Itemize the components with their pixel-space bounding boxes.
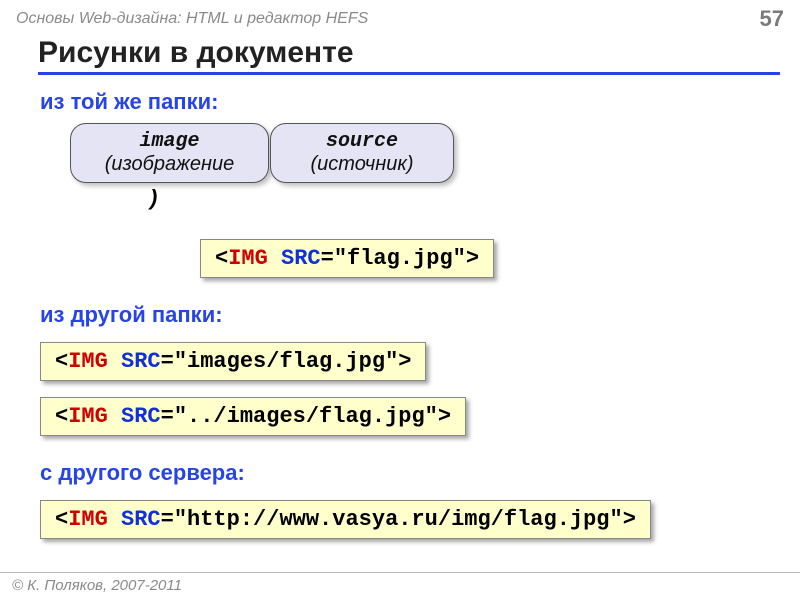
callout-source-title: source <box>287 130 437 153</box>
section-same-folder: из той же папки: <box>40 89 800 115</box>
page-number: 57 <box>760 6 784 32</box>
code-remote-url: <IMG SRC="http://www.vasya.ru/img/flag.j… <box>40 500 651 539</box>
tok-gt: > <box>466 246 479 271</box>
section-other-server: с другого сервера: <box>40 460 800 486</box>
slide-header: Основы Web-дизайна: HTML и редактор HEFS… <box>0 0 800 34</box>
callout-source-sub: (источник) <box>287 153 437 176</box>
callout-source: source (источник) <box>270 123 454 183</box>
course-title: Основы Web-дизайна: HTML и редактор HEFS <box>16 10 368 28</box>
tok-lt: < <box>215 246 228 271</box>
code-subfolder: <IMG SRC="images/flag.jpg"> <box>40 342 426 381</box>
tok-attr: SRC <box>281 246 321 271</box>
callout-image: image (изображение <box>70 123 269 183</box>
tok-value: "flag.jpg" <box>334 246 466 271</box>
callout-image-sub: (изображение <box>87 153 252 176</box>
callout-row: image (изображение ) source (источник) <box>40 123 800 233</box>
section-other-folder: из другой папки: <box>40 302 800 328</box>
code-same-folder: <IMG SRC="flag.jpg"> <box>200 239 494 278</box>
code-parent-folder: <IMG SRC="../images/flag.jpg"> <box>40 397 466 436</box>
callout-image-tail: ) <box>150 185 157 211</box>
slide-footer: © К. Поляков, 2007-2011 <box>0 572 800 600</box>
slide-title: Рисунки в документе <box>38 36 780 75</box>
callout-image-title: image <box>87 130 252 153</box>
tok-eq: = <box>321 246 334 271</box>
tok-tag: IMG <box>228 246 268 271</box>
